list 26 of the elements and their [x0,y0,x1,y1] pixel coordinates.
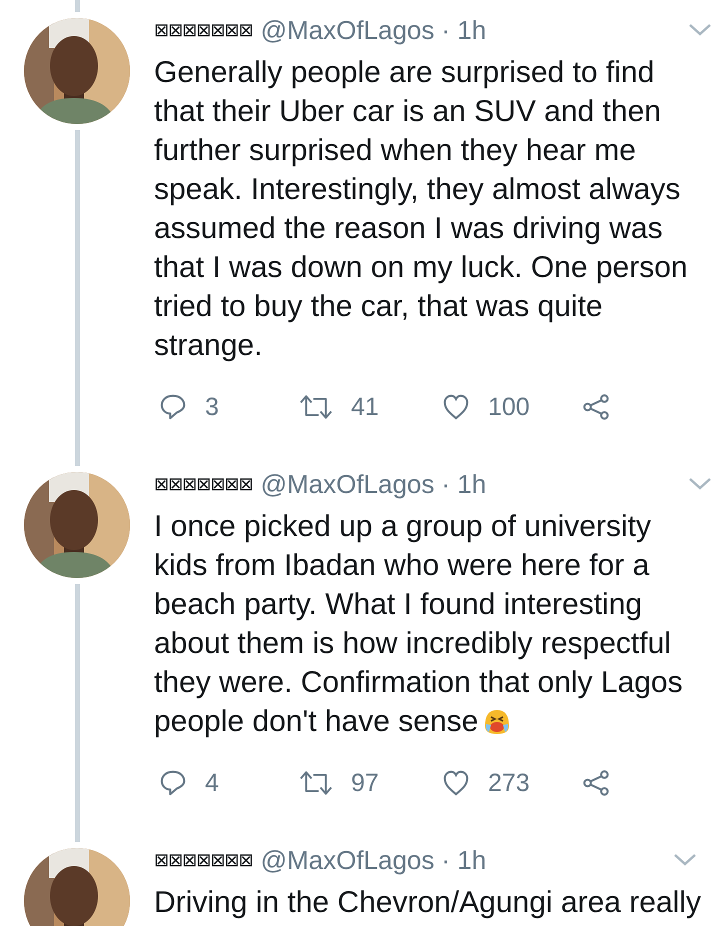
display-name: ⊠⊠⊠⊠⊠⊠⊠ [154,850,253,870]
retweet-icon[interactable] [299,769,333,797]
retweet-icon[interactable] [299,393,333,421]
heart-icon[interactable] [442,769,470,797]
reply-count: 3 [205,392,219,422]
user-handle: @MaxOfLagos [260,14,434,46]
tweet-text: Generally people are surprised to find that their Uber car is an SUV and then further surprised when they hear me speak. Interestingly, they almost always assumed the reason I was driving was that I was down on my luck. One person tried to buy the car, that was quite strange. [154,55,689,364]
retweet-count: 41 [351,392,379,422]
timestamp: · 1h [441,468,486,500]
user-handle: @MaxOfLagos [260,468,434,500]
display-name: ⊠⊠⊠⊠⊠⊠⊠ [154,474,253,494]
like-count: 273 [488,768,530,798]
tweet-text: I once picked up a group of university kids from Ibadan who were here for a beach party. What I found interesting about them is how incredibly respectful they were. Confirmation that only Lagos people don't have sense [154,509,684,740]
reply-icon[interactable] [159,393,187,421]
share-icon[interactable] [582,769,610,797]
display-name: ⊠⊠⊠⊠⊠⊠⊠ [154,20,253,40]
reply-count: 4 [205,768,219,798]
share-icon[interactable] [582,393,610,421]
user-handle: @MaxOfLagos [260,844,434,876]
timestamp: · 1h [441,844,486,876]
like-count: 100 [488,392,530,422]
retweet-count: 97 [351,768,379,798]
heart-icon[interactable] [442,393,470,421]
reply-icon[interactable] [159,769,187,797]
tweet-text: Driving in the Chevron/Agungi area really [154,885,702,921]
timestamp: · 1h [441,14,486,46]
